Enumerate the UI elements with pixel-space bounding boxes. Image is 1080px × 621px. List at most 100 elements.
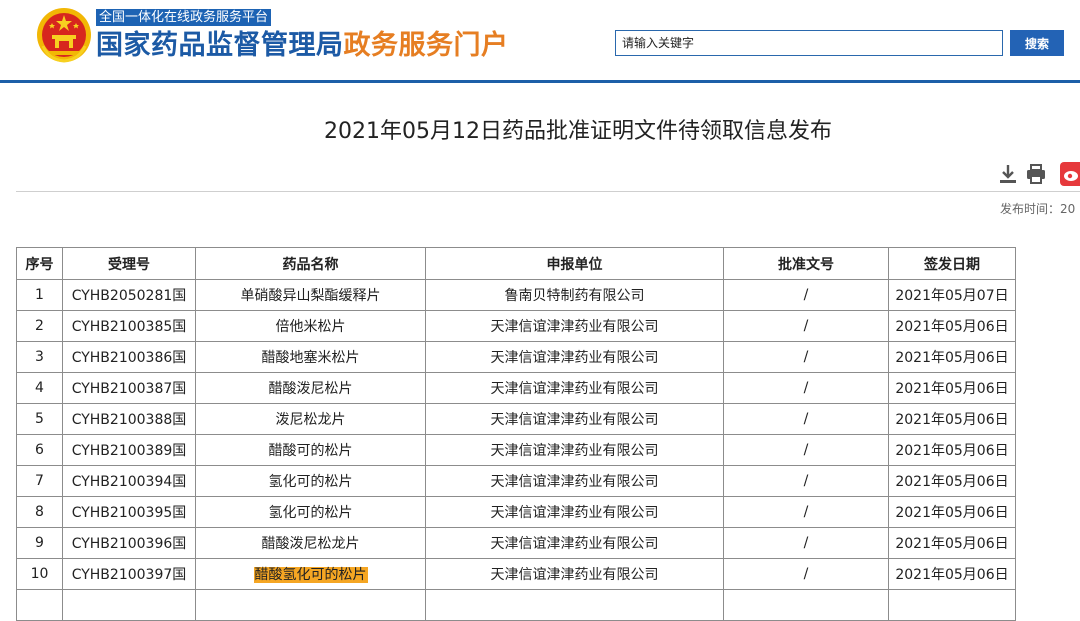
cell-acceptance-no: CYHB2100386国 — [62, 341, 196, 373]
cell-applicant: 天津信谊津津药业有限公司 — [425, 465, 724, 497]
cell-issue-date: 2021年05月06日 — [888, 403, 1016, 435]
cell-approval-no: / — [723, 372, 889, 404]
cell-issue-date: 2021年05月06日 — [888, 310, 1016, 342]
cell-index: 10 — [16, 558, 63, 590]
column-header-issue-date: 签发日期 — [888, 247, 1016, 280]
cell-issue-date: 2021年05月06日 — [888, 372, 1016, 404]
column-header-applicant: 申报单位 — [425, 247, 724, 280]
cell-acceptance-no: CYHB2100397国 — [62, 558, 196, 590]
cell-applicant: 天津信谊津津药业有限公司 — [425, 403, 724, 435]
cell-index: 5 — [16, 403, 63, 435]
site-title-accent: 政务服务门户 — [343, 30, 509, 61]
cell-acceptance-no: CYHB2100388国 — [62, 403, 196, 435]
cell-drug-name: 氢化可的松片 — [195, 496, 426, 528]
cell-acceptance-no: CYHB2100389国 — [62, 434, 196, 466]
cell-approval-no: / — [723, 496, 889, 528]
table-header-row: 序号 受理号 药品名称 申报单位 批准文号 签发日期 — [16, 247, 1016, 280]
cell-drug-name: 醋酸可的松片 — [195, 434, 426, 466]
cell-approval-no: / — [723, 527, 889, 559]
print-icon[interactable] — [1024, 162, 1048, 186]
cell-applicant: 天津信谊津津药业有限公司 — [425, 310, 724, 342]
cell-drug-name: 泼尼松龙片 — [195, 403, 426, 435]
table-row: 5 CYHB2100388国 泼尼松龙片 天津信谊津津药业有限公司 / 2021… — [16, 403, 1016, 435]
title-divider — [16, 191, 1080, 192]
highlighted-drug-name: 醋酸氢化可的松片 — [253, 567, 368, 583]
cell-applicant: 天津信谊津津药业有限公司 — [425, 372, 724, 404]
cell-empty — [16, 589, 63, 621]
cell-issue-date: 2021年05月06日 — [888, 527, 1016, 559]
table-row-partial — [16, 589, 1016, 621]
table-row: 7 CYHB2100394国 氢化可的松片 天津信谊津津药业有限公司 / 202… — [16, 465, 1016, 497]
table-row: 10 CYHB2100397国 醋酸氢化可的松片 天津信谊津津药业有限公司 / … — [16, 558, 1016, 590]
table-row: 8 CYHB2100395国 氢化可的松片 天津信谊津津药业有限公司 / 202… — [16, 496, 1016, 528]
cell-drug-name: 倍他米松片 — [195, 310, 426, 342]
cell-drug-name: 醋酸地塞米松片 — [195, 341, 426, 373]
cell-issue-date: 2021年05月06日 — [888, 465, 1016, 497]
cell-empty — [62, 589, 196, 621]
cell-acceptance-no: CYHB2100394国 — [62, 465, 196, 497]
cell-acceptance-no: CYHB2050281国 — [62, 279, 196, 311]
cell-applicant: 天津信谊津津药业有限公司 — [425, 434, 724, 466]
table-row: 1 CYHB2050281国 单硝酸异山梨酯缓释片 鲁南贝特制药有限公司 / 2… — [16, 279, 1016, 311]
platform-subtitle: 全国一体化在线政务服务平台 — [96, 9, 272, 26]
cell-acceptance-no: CYHB2100385国 — [62, 310, 196, 342]
cell-empty — [888, 589, 1016, 621]
cell-drug-name: 单硝酸异山梨酯缓释片 — [195, 279, 426, 311]
cell-approval-no: / — [723, 403, 889, 435]
publish-time: 发布时间：20 — [1000, 202, 1076, 216]
table-row: 4 CYHB2100387国 醋酸泼尼松片 天津信谊津津药业有限公司 / 202… — [16, 372, 1016, 404]
cell-issue-date: 2021年05月06日 — [888, 434, 1016, 466]
cell-applicant: 天津信谊津津药业有限公司 — [425, 341, 724, 373]
cell-index: 8 — [16, 496, 63, 528]
cell-index: 3 — [16, 341, 63, 373]
header-divider — [0, 80, 1080, 83]
cell-approval-no: / — [723, 310, 889, 342]
cell-drug-name: 氢化可的松片 — [195, 465, 426, 497]
cell-approval-no: / — [723, 279, 889, 311]
download-icon[interactable] — [996, 162, 1020, 186]
cell-issue-date: 2021年05月06日 — [888, 496, 1016, 528]
cell-drug-name: 醋酸泼尼松片 — [195, 372, 426, 404]
cell-index: 1 — [16, 279, 63, 311]
table-row: 6 CYHB2100389国 醋酸可的松片 天津信谊津津药业有限公司 / 202… — [16, 434, 1016, 466]
site-title[interactable]: 国家药品监督管理局政务服务门户 — [96, 28, 509, 64]
column-header-approval-no: 批准文号 — [723, 247, 889, 280]
site-header: 全国一体化在线政务服务平台 国家药品监督管理局政务服务门户 搜索 — [0, 0, 1080, 82]
cell-approval-no: / — [723, 434, 889, 466]
cell-empty — [723, 589, 889, 621]
cell-applicant: 天津信谊津津药业有限公司 — [425, 558, 724, 590]
cell-index: 4 — [16, 372, 63, 404]
cell-acceptance-no: CYHB2100396国 — [62, 527, 196, 559]
search-input[interactable] — [615, 30, 1003, 56]
column-header-drug-name: 药品名称 — [195, 247, 426, 280]
national-emblem-icon — [37, 8, 91, 63]
cell-index: 9 — [16, 527, 63, 559]
approval-table: 序号 受理号 药品名称 申报单位 批准文号 签发日期 1 CYHB2050281… — [16, 247, 1016, 621]
cell-index: 7 — [16, 465, 63, 497]
cell-applicant: 鲁南贝特制药有限公司 — [425, 279, 724, 311]
column-header-index: 序号 — [16, 247, 63, 280]
cell-applicant: 天津信谊津津药业有限公司 — [425, 496, 724, 528]
cell-drug-name: 醋酸氢化可的松片 — [195, 558, 426, 590]
cell-empty — [195, 589, 426, 621]
site-title-main: 国家药品监督管理局 — [96, 30, 344, 61]
search-button[interactable]: 搜索 — [1010, 30, 1064, 56]
cell-applicant: 天津信谊津津药业有限公司 — [425, 527, 724, 559]
table-row: 9 CYHB2100396国 醋酸泼尼松龙片 天津信谊津津药业有限公司 / 20… — [16, 527, 1016, 559]
cell-acceptance-no: CYHB2100387国 — [62, 372, 196, 404]
weibo-share-icon[interactable] — [1060, 162, 1080, 186]
cell-drug-name: 醋酸泼尼松龙片 — [195, 527, 426, 559]
cell-acceptance-no: CYHB2100395国 — [62, 496, 196, 528]
cell-issue-date: 2021年05月06日 — [888, 341, 1016, 373]
article-title: 2021年05月12日药品批准证明文件待领取信息发布 — [324, 119, 832, 144]
table-row: 2 CYHB2100385国 倍他米松片 天津信谊津津药业有限公司 / 2021… — [16, 310, 1016, 342]
cell-index: 6 — [16, 434, 63, 466]
cell-approval-no: / — [723, 558, 889, 590]
cell-approval-no: / — [723, 341, 889, 373]
column-header-acceptance-no: 受理号 — [62, 247, 196, 280]
cell-issue-date: 2021年05月06日 — [888, 558, 1016, 590]
cell-issue-date: 2021年05月07日 — [888, 279, 1016, 311]
cell-index: 2 — [16, 310, 63, 342]
cell-approval-no: / — [723, 465, 889, 497]
table-row: 3 CYHB2100386国 醋酸地塞米松片 天津信谊津津药业有限公司 / 20… — [16, 341, 1016, 373]
